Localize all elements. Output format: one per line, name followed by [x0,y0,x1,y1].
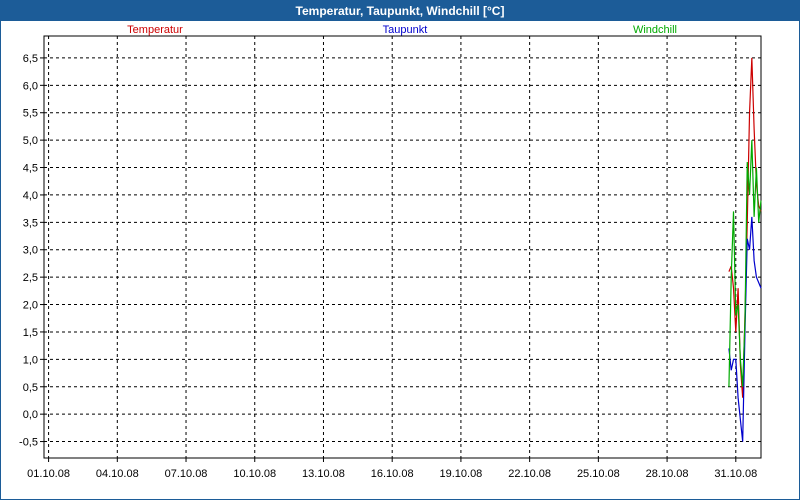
plot-frame [43,35,762,459]
legend-item-temperatur: Temperatur [127,24,183,36]
x-tick-label: 10.10.08 [233,468,276,480]
legend-item-taupunkt: Taupunkt [383,24,428,36]
x-axis-ticks: 01.10.08 04.10.08 07.10.08 10.10.08 13.10.08… [27,458,757,480]
x-tick-label: 19.10.08 [439,468,482,480]
x-tick-label: 25.10.08 [577,468,620,480]
x-tick-label: 28.10.08 [646,468,689,480]
y-axis-ticks: -0,5 0,0 0,5 1,0 1,5 2,0 2,5 3,0 3,5 4,0 4,5 5,0 5,5… [19,53,44,449]
y-tick-label: 2,0 [23,300,38,312]
legend-item-windchill: Windchill [633,24,677,36]
y-tick-label: 0,5 [23,382,38,394]
plot-area [43,35,762,459]
y-tick-label: -0,5 [19,437,38,449]
y-tick-label: 3,5 [23,217,38,229]
x-tick-label: 31.10.08 [714,468,757,480]
x-tick-label: 13.10.08 [302,468,345,480]
legend: Temperatur Taupunkt Windchill [127,24,677,36]
line-chart: -0,5 0,0 0,5 1,0 1,5 2,0 2,5 3,0 3,5 4,0 4,5 5,0 5,5… [19,24,762,480]
y-tick-label: 5,5 [23,108,38,120]
y-tick-label: 3,0 [23,245,38,257]
y-tick-label: 1,0 [23,354,38,366]
x-tick-label: 04.10.08 [96,468,139,480]
y-tick-label: 6,0 [23,80,38,92]
y-tick-label: 2,5 [23,272,38,284]
x-tick-label: 16.10.08 [371,468,414,480]
y-tick-label: 4,5 [23,163,38,175]
y-tick-label: 4,0 [23,190,38,202]
x-tick-label: 07.10.08 [165,468,208,480]
x-tick-label: 22.10.08 [508,468,551,480]
y-tick-label: 1,5 [23,327,38,339]
x-tick-label: 01.10.08 [27,468,70,480]
y-tick-label: 0,0 [23,409,38,421]
y-tick-label: 6,5 [23,53,38,65]
y-tick-label: 5,0 [23,135,38,147]
